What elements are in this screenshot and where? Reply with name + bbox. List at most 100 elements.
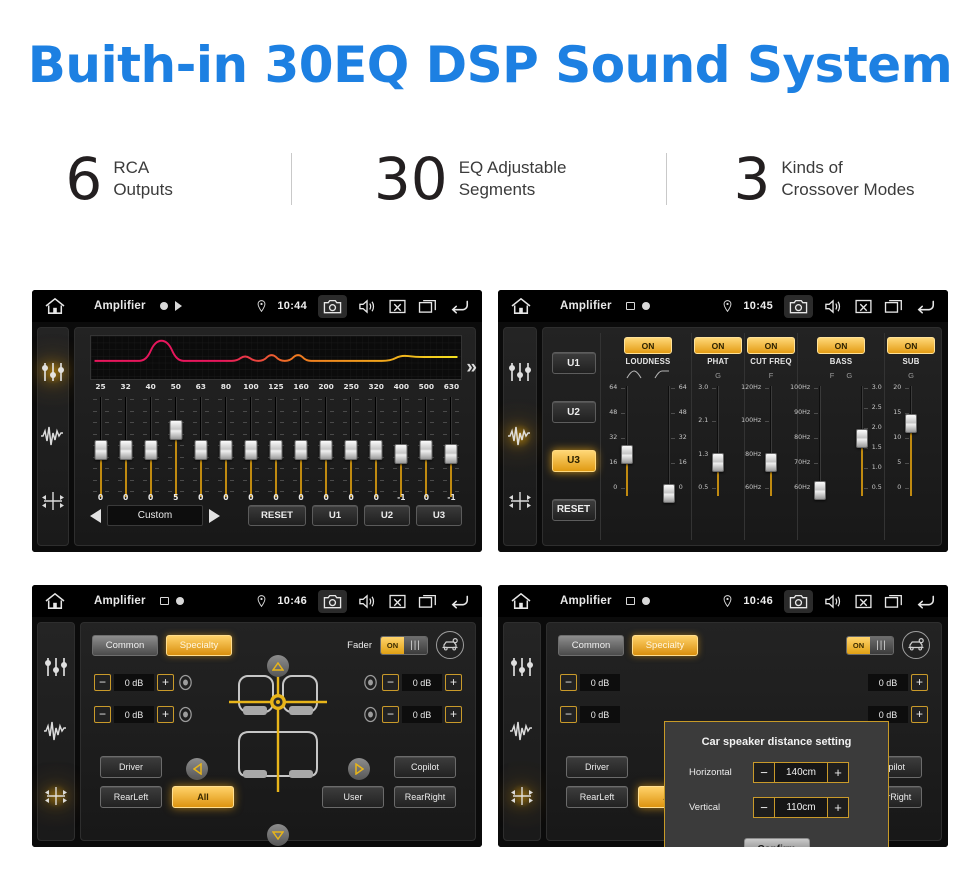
fader-toggle[interactable]: ON |||: [380, 635, 428, 655]
car-settings-button[interactable]: [436, 631, 464, 659]
car-settings-button[interactable]: [902, 631, 930, 659]
home-icon[interactable]: [44, 297, 66, 315]
home-icon[interactable]: [510, 297, 532, 315]
close-box-icon[interactable]: [388, 593, 407, 610]
increment-button[interactable]: +: [911, 706, 928, 723]
effect-slider[interactable]: 3.0 2.5 2.0 1.5 1.0 0.5: [842, 382, 882, 500]
decrement-button[interactable]: −: [560, 674, 577, 691]
recents-icon[interactable]: [884, 593, 903, 610]
camera-button[interactable]: [318, 294, 347, 318]
seat-button-copilot[interactable]: Copilot: [394, 756, 456, 778]
decrement-button[interactable]: −: [753, 797, 775, 818]
slider-knob[interactable]: [765, 453, 777, 473]
seat-button-rearleft[interactable]: RearLeft: [100, 786, 162, 808]
recents-icon[interactable]: [418, 298, 437, 315]
slider-knob[interactable]: [319, 440, 333, 460]
seat-button-driver[interactable]: Driver: [566, 756, 628, 778]
nav-left-button[interactable]: [186, 758, 208, 780]
slider-knob[interactable]: [119, 440, 133, 460]
volume-icon[interactable]: [824, 298, 843, 315]
decrement-button[interactable]: −: [560, 706, 577, 723]
preset-name[interactable]: Custom: [107, 505, 203, 526]
camera-button[interactable]: [784, 294, 813, 318]
slider-knob[interactable]: [444, 443, 458, 464]
eq-band-slider[interactable]: 0: [113, 393, 138, 502]
effect-slider[interactable]: 20 15 10 5 0: [891, 382, 931, 500]
preset-u3-button[interactable]: U3: [551, 449, 596, 472]
reset-button[interactable]: RESET: [248, 505, 306, 526]
slider-knob[interactable]: [219, 440, 233, 460]
slider-knob[interactable]: [814, 480, 826, 500]
toggle-bass[interactable]: ON: [817, 337, 865, 354]
sidebar-item-balance[interactable]: [40, 489, 66, 513]
sidebar-item-waveform[interactable]: [40, 424, 66, 448]
effect-slider[interactable]: 120Hz 100Hz 80Hz 60Hz: [741, 382, 791, 500]
seat-button-rearleft[interactable]: RearLeft: [566, 786, 628, 808]
eq-band-slider[interactable]: 0: [263, 393, 288, 502]
preset-u2-button[interactable]: U2: [551, 401, 596, 424]
effect-slider[interactable]: 64 48 32 16 0: [607, 382, 647, 500]
home-icon[interactable]: [510, 592, 532, 610]
volume-icon[interactable]: [358, 593, 377, 610]
slider-knob[interactable]: [94, 440, 108, 460]
sidebar-item-equalizer[interactable]: [40, 360, 66, 385]
slider-knob[interactable]: [712, 453, 724, 473]
slider-knob[interactable]: [194, 440, 208, 460]
more-bands-icon[interactable]: »: [466, 358, 477, 377]
tab-common[interactable]: Common: [92, 634, 158, 656]
decrement-button[interactable]: −: [382, 706, 399, 723]
decrement-button[interactable]: −: [94, 706, 111, 723]
decrement-button[interactable]: −: [753, 762, 775, 783]
eq-band-slider[interactable]: 0: [188, 393, 213, 502]
tab-common[interactable]: Common: [558, 634, 624, 656]
seat-button-all[interactable]: All: [172, 786, 234, 808]
back-icon[interactable]: [448, 298, 470, 314]
slider-knob[interactable]: [419, 440, 433, 460]
seat-button-user[interactable]: User: [322, 786, 384, 808]
tab-specialty[interactable]: Specialty: [632, 634, 698, 656]
sidebar-item-waveform[interactable]: [509, 719, 535, 743]
camera-button[interactable]: [784, 589, 813, 613]
nav-down-button[interactable]: [267, 824, 289, 846]
tab-specialty[interactable]: Specialty: [166, 634, 232, 656]
increment-button[interactable]: +: [445, 706, 462, 723]
sidebar-item-balance[interactable]: [509, 783, 535, 808]
confirm-button[interactable]: Confirm: [743, 838, 810, 847]
slider-knob[interactable]: [905, 413, 917, 433]
eq-band-slider[interactable]: -1: [389, 393, 414, 502]
toggle-phat[interactable]: ON: [694, 337, 742, 354]
close-box-icon[interactable]: [854, 593, 873, 610]
decrement-button[interactable]: −: [382, 674, 399, 691]
eq-band-slider[interactable]: 0: [364, 393, 389, 502]
effect-slider[interactable]: 3.0 2.1 1.3 0.5: [698, 382, 738, 500]
eq-band-slider[interactable]: 0: [314, 393, 339, 502]
sidebar-item-equalizer[interactable]: [509, 655, 535, 679]
toggle-cut-freq[interactable]: ON: [747, 337, 795, 354]
close-box-icon[interactable]: [388, 298, 407, 315]
home-icon[interactable]: [44, 592, 66, 610]
sidebar-item-waveform[interactable]: [507, 424, 533, 449]
recents-icon[interactable]: [418, 593, 437, 610]
eq-band-slider[interactable]: 0: [138, 393, 163, 502]
effect-slider[interactable]: 64 48 32 16 0: [649, 382, 689, 503]
preset-u3-button[interactable]: U3: [416, 505, 462, 526]
sidebar-item-equalizer[interactable]: [43, 655, 69, 679]
back-icon[interactable]: [914, 593, 936, 609]
slider-knob[interactable]: [269, 440, 283, 460]
nav-up-button[interactable]: [267, 655, 289, 677]
toggle-sub[interactable]: ON: [887, 337, 935, 354]
back-icon[interactable]: [914, 298, 936, 314]
eq-band-slider[interactable]: -1: [439, 393, 464, 502]
next-preset-button[interactable]: [209, 508, 220, 523]
eq-band-slider[interactable]: 0: [414, 393, 439, 502]
close-box-icon[interactable]: [854, 298, 873, 315]
slider-knob[interactable]: [144, 440, 158, 460]
volume-icon[interactable]: [824, 593, 843, 610]
eq-band-slider[interactable]: 0: [339, 393, 364, 502]
effect-slider[interactable]: 100Hz 90Hz 80Hz 70Hz 60Hz: [790, 382, 840, 500]
increment-button[interactable]: +: [827, 797, 849, 818]
slider-knob[interactable]: [621, 445, 633, 465]
recents-icon[interactable]: [884, 298, 903, 315]
sidebar-item-equalizer[interactable]: [507, 360, 533, 384]
eq-band-slider[interactable]: 0: [289, 393, 314, 502]
